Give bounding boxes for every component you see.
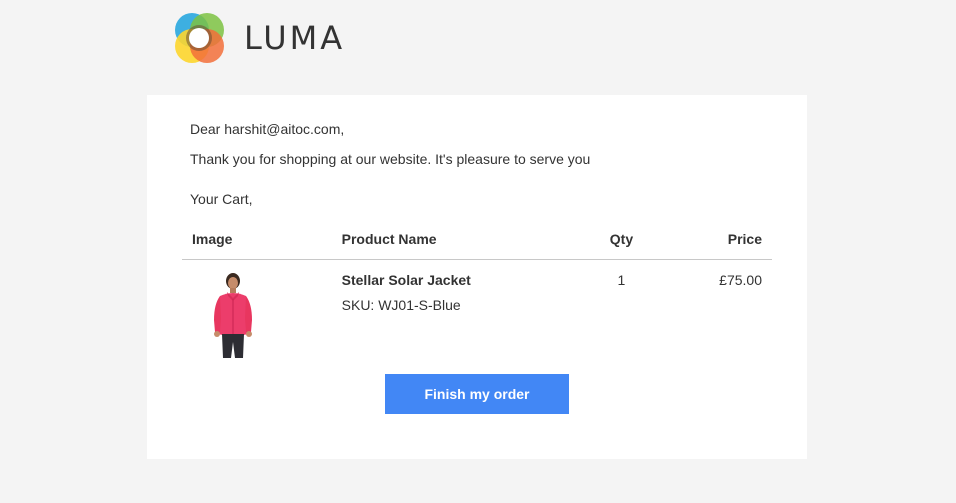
product-thumbnail[interactable] [208,272,258,360]
luma-logo[interactable]: LUMA [172,11,345,65]
header-price: Price [674,221,772,260]
table-header-row: Image Product Name Qty Price [182,221,772,260]
product-name-cell: Stellar Solar Jacket SKU: WJ01-S-Blue [342,260,569,361]
cart-label: Your Cart, [190,191,253,207]
header-product-name: Product Name [341,221,569,260]
product-name[interactable]: Stellar Solar Jacket [342,272,569,288]
product-sku: SKU: WJ01-S-Blue [341,297,461,313]
product-image-cell [182,260,342,361]
logo-text: LUMA [244,19,346,57]
greeting-text: Dear harshit@aitoc.com, [190,121,345,137]
product-price: £75.00 [719,272,762,288]
thank-you-text: Thank you for shopping at our website. I… [190,151,591,167]
header-qty: Qty [568,221,675,260]
email-page: LUMA Dear harshit@aitoc.com, Thank you f… [0,0,956,503]
finish-order-button[interactable]: Finish my order [385,374,569,414]
table-row: Stellar Solar Jacket SKU: WJ01-S-Blue 1 … [182,260,772,361]
luma-logo-icon [175,13,224,63]
cart-table: Image Product Name Qty Price Stellar Sol… [182,221,772,360]
header-image: Image [182,221,342,260]
product-qty: 1 [617,272,626,288]
email-card: Dear harshit@aitoc.com, Thank you for sh… [147,95,807,459]
